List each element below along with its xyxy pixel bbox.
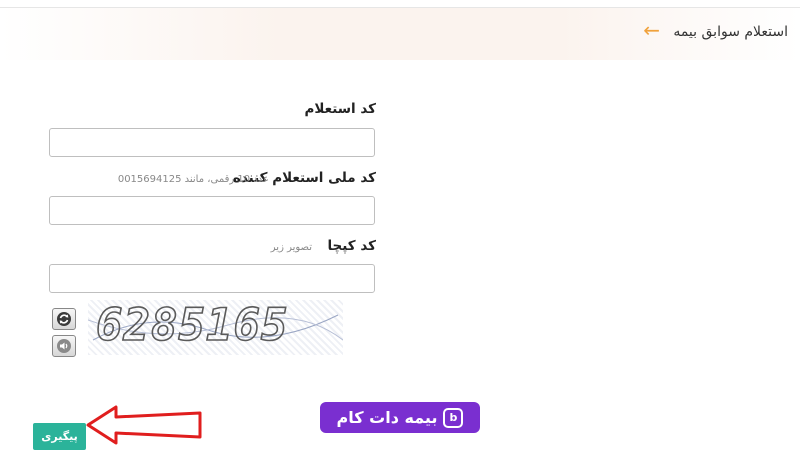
brand-watermark: b بیمه دات کام xyxy=(320,402,480,433)
captcha-image: 6285165 xyxy=(88,300,343,355)
inquiry-code-input[interactable] xyxy=(49,128,375,157)
speaker-icon[interactable] xyxy=(52,335,76,357)
brand-name: بیمه دات کام xyxy=(336,408,438,427)
page-header: ← استعلام سوابق بیمه xyxy=(0,8,800,60)
brand-logo-icon: b xyxy=(443,407,464,428)
inquiry-code-label: کد استعلام xyxy=(304,101,376,117)
page-title: استعلام سوابق بیمه xyxy=(673,24,788,40)
arrow-left-icon[interactable]: ← xyxy=(643,20,660,40)
refresh-icon[interactable] xyxy=(52,308,76,330)
national-code-hint: عدد 10 رقمی، مانند 0015694125 xyxy=(117,174,269,185)
captcha-text: 6285165 xyxy=(95,300,289,352)
captcha-input[interactable] xyxy=(49,264,375,293)
national-code-input[interactable] xyxy=(49,196,375,225)
arrow-pointer-icon xyxy=(86,405,202,445)
submit-button[interactable]: پیگیری xyxy=(33,423,86,450)
captcha-hint: تصویر زیر xyxy=(270,242,312,253)
captcha-label: کد کپچا xyxy=(327,238,376,254)
